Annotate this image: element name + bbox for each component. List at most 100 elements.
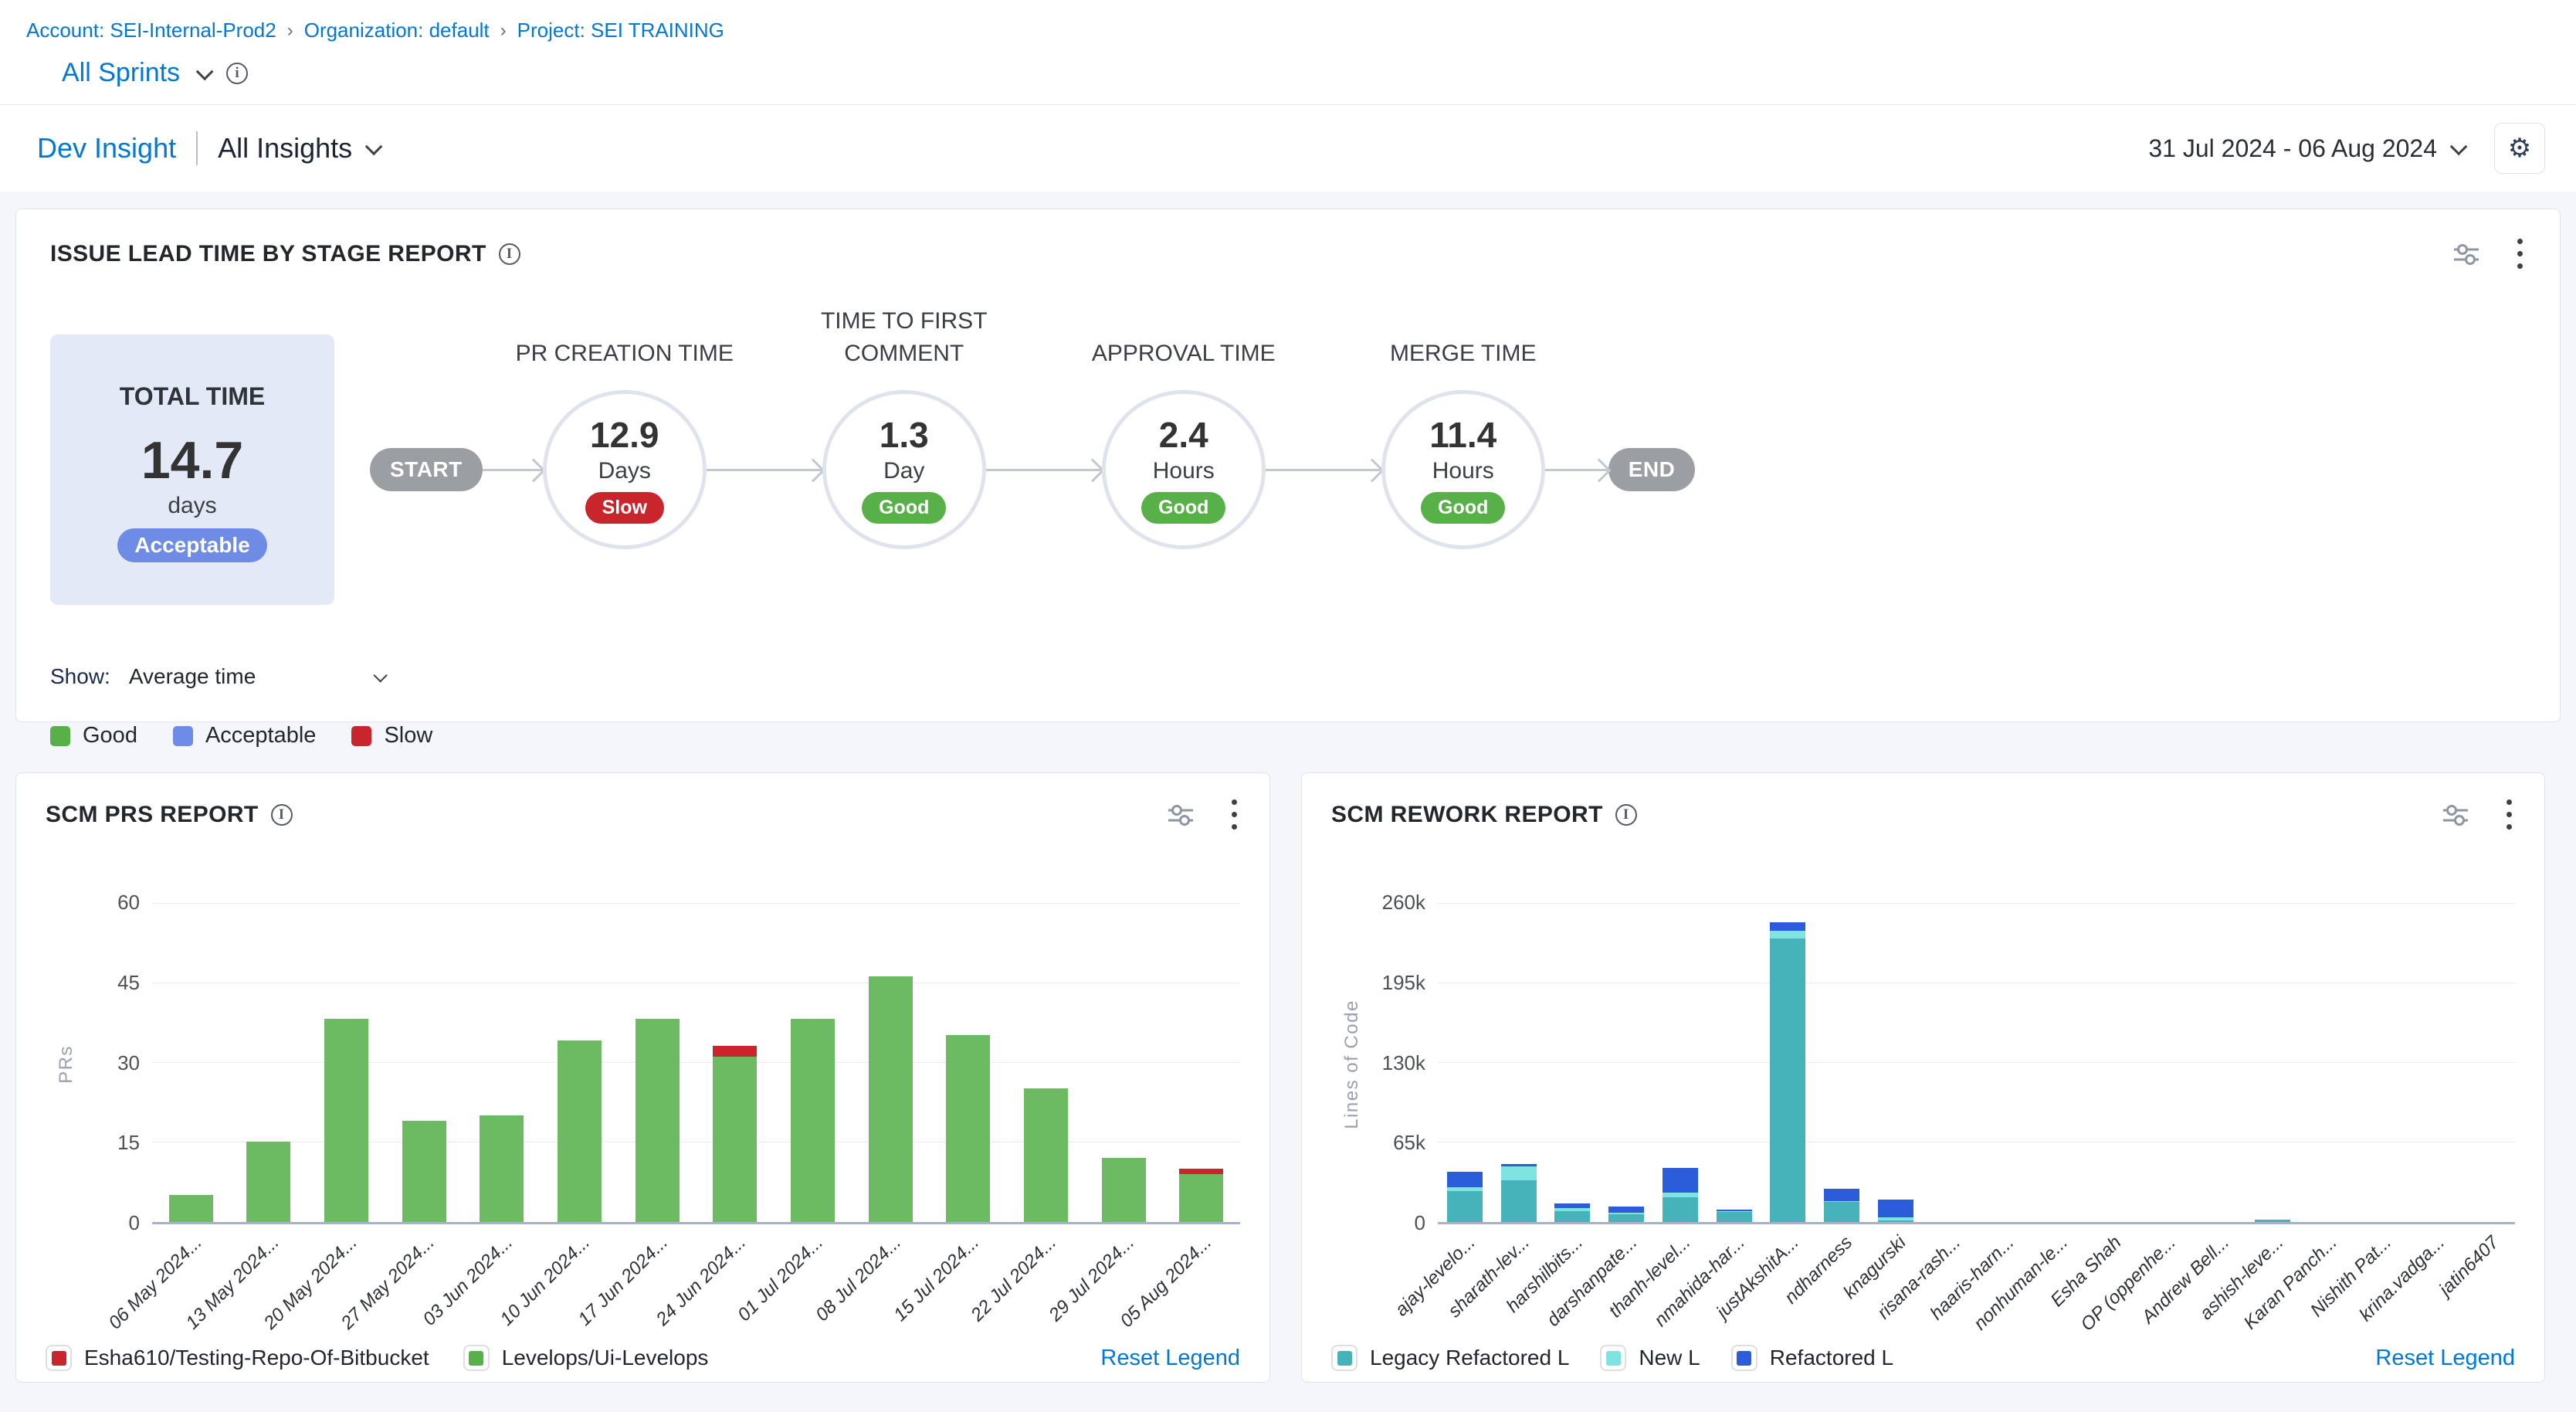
info-icon[interactable]: i: [226, 63, 248, 84]
legend-item: Slow: [351, 723, 432, 748]
bar-column[interactable]: [1707, 904, 1761, 1222]
panel-title: SCM REWORK REPORT i: [1331, 802, 1637, 828]
legend-item[interactable]: New L: [1600, 1345, 1700, 1371]
chevron-down-icon[interactable]: [196, 63, 214, 80]
legend-label: New L: [1639, 1346, 1700, 1370]
bar-column[interactable]: [929, 904, 1007, 1222]
bar-segment: [1663, 1168, 1698, 1193]
stage-rating-badge: Good: [1421, 492, 1505, 524]
bar-column[interactable]: [2408, 904, 2462, 1222]
filter-sliders-icon[interactable]: [1167, 803, 1195, 827]
stage-unit: Day: [883, 458, 924, 484]
bar-segment: [1554, 1211, 1590, 1222]
bar-column[interactable]: [1085, 904, 1163, 1222]
date-range-picker[interactable]: 31 Jul 2024 - 06 Aug 2024: [2148, 134, 2463, 163]
bar-column[interactable]: [2138, 904, 2192, 1222]
stage-title: MERGE TIME: [1347, 338, 1579, 370]
bar-segment: [869, 976, 913, 1222]
bar-column[interactable]: [774, 904, 852, 1222]
breadcrumb-organization-link[interactable]: Organization: default: [304, 19, 490, 42]
insight-name-link[interactable]: Dev Insight: [37, 132, 176, 165]
scm-rework-panel: SCM REWORK REPORT i Lines of Code 065k13…: [1301, 772, 2545, 1383]
breadcrumb-row: Account: SEI-Internal-Prod2 › Organizati…: [0, 0, 2576, 105]
bar-column[interactable]: [1977, 904, 2031, 1222]
bar-column[interactable]: [2192, 904, 2246, 1222]
legend-item[interactable]: Esha610/Testing-Repo-Of-Bitbucket: [46, 1345, 429, 1371]
legend-item[interactable]: Refactored L: [1731, 1345, 1893, 1371]
breadcrumb-separator-icon: ›: [500, 20, 507, 42]
bar-column[interactable]: [2084, 904, 2138, 1222]
reset-legend-link[interactable]: Reset Legend: [1100, 1346, 1240, 1371]
info-icon[interactable]: i: [271, 804, 293, 826]
bar-column[interactable]: [852, 904, 930, 1222]
legend-item: Acceptable: [173, 723, 317, 748]
flow-arrow-icon: [986, 469, 1102, 471]
bar-column[interactable]: [1162, 904, 1240, 1222]
show-metric-dropdown[interactable]: Average time: [129, 664, 384, 689]
kebab-menu-icon[interactable]: [2514, 236, 2526, 272]
lead-stage: APPROVAL TIME2.4HoursGood: [1102, 390, 1266, 549]
bar-segment: [713, 1057, 757, 1222]
total-time-title: TOTAL TIME: [120, 382, 265, 411]
bar-segment: [1447, 1172, 1483, 1188]
bar-column[interactable]: [152, 904, 230, 1222]
legend-item[interactable]: Levelops/Ui-Levelops: [463, 1345, 709, 1371]
bar-column[interactable]: [2030, 904, 2084, 1222]
bar-column[interactable]: [1923, 904, 1977, 1222]
bar-column[interactable]: [1492, 904, 1546, 1222]
total-time-card: TOTAL TIME 14.7 days Acceptable: [50, 334, 334, 605]
flow-arrow-icon: [1545, 469, 1608, 471]
bar-column[interactable]: [1869, 904, 1923, 1222]
lead-time-flow: STARTPR CREATION TIME12.9DaysSlowTIME TO…: [370, 307, 1695, 632]
bar-column[interactable]: [230, 904, 308, 1222]
y-axis-tick: 130k: [1382, 1051, 1425, 1075]
bar-column[interactable]: [1438, 904, 1492, 1222]
scm-rework-chart: Lines of Code 065k130k195k260k ajay-leve…: [1331, 904, 2515, 1339]
bar-column[interactable]: [1546, 904, 1600, 1222]
bar-column[interactable]: [541, 904, 619, 1222]
bar-column[interactable]: [2246, 904, 2300, 1222]
filter-sliders-icon[interactable]: [2442, 803, 2469, 827]
bar-column[interactable]: [1815, 904, 1869, 1222]
sprint-selector[interactable]: All Sprints: [62, 58, 180, 88]
scm-prs-chart: PRs 015304560 06 May 2024...13 May 2024.…: [46, 904, 1240, 1339]
stage-circle: 11.4HoursGood: [1381, 390, 1545, 549]
bar-column[interactable]: [2300, 904, 2354, 1222]
info-icon[interactable]: i: [499, 243, 520, 265]
bar-column[interactable]: [307, 904, 385, 1222]
flow-arrow-icon: [483, 469, 543, 471]
bar-segment: [1717, 1212, 1752, 1222]
legend-swatch: [351, 726, 371, 746]
bar-column[interactable]: [2461, 904, 2515, 1222]
stage-circle: 1.3DayGood: [822, 390, 986, 549]
legend-label: Esha610/Testing-Repo-Of-Bitbucket: [84, 1346, 429, 1370]
kebab-menu-icon[interactable]: [2503, 796, 2515, 833]
bar-column[interactable]: [385, 904, 463, 1222]
bar-segment: [713, 1046, 757, 1057]
chevron-down-icon: [365, 138, 383, 156]
filter-sliders-icon[interactable]: [2452, 242, 2480, 266]
bar-column[interactable]: [1007, 904, 1085, 1222]
bar-column[interactable]: [463, 904, 541, 1222]
info-icon[interactable]: i: [1615, 804, 1637, 826]
settings-button[interactable]: ⚙: [2494, 123, 2545, 174]
bar-column[interactable]: [2354, 904, 2408, 1222]
breadcrumb-account-link[interactable]: Account: SEI-Internal-Prod2: [26, 19, 276, 42]
reset-legend-link[interactable]: Reset Legend: [2375, 1346, 2515, 1371]
insights-dropdown[interactable]: All Insights: [218, 132, 378, 165]
bar-column[interactable]: [1653, 904, 1707, 1222]
bar-column[interactable]: [619, 904, 697, 1222]
total-time-value: 14.7: [141, 434, 243, 487]
breadcrumb-separator-icon: ›: [287, 20, 293, 42]
y-axis-tick: 45: [117, 971, 140, 995]
total-time-rating-badge: Acceptable: [117, 528, 266, 562]
y-axis-tick: 195k: [1382, 971, 1425, 995]
scm-prs-panel: SCM PRS REPORT i PRs 015304560 06 May 20…: [15, 772, 1270, 1383]
bar-column[interactable]: [1599, 904, 1653, 1222]
legend-item[interactable]: Legacy Refactored L: [1331, 1345, 1569, 1371]
breadcrumb-project-link[interactable]: Project: SEI TRAINING: [517, 19, 724, 42]
chart-legend: Legacy Refactored L New L Refactored L Res…: [1331, 1345, 2515, 1371]
bar-column[interactable]: [696, 904, 774, 1222]
bar-column[interactable]: [1761, 904, 1815, 1222]
kebab-menu-icon[interactable]: [1229, 796, 1240, 833]
